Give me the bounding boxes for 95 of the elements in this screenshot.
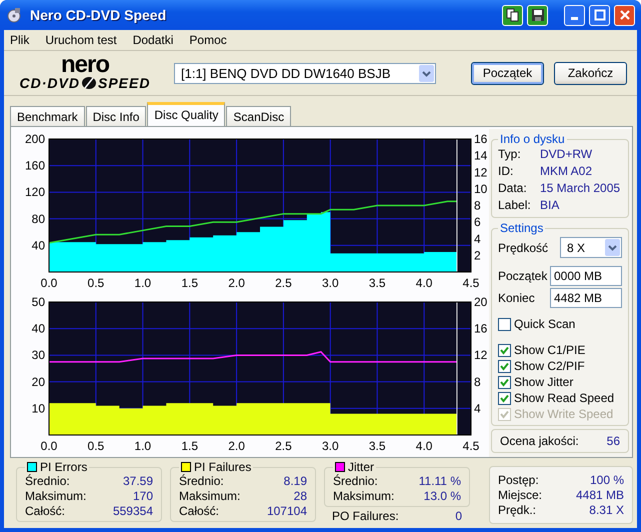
axis-label: 20: [474, 295, 488, 309]
group-title: PI Failures: [194, 460, 252, 474]
stat-value: 13.0 %: [424, 489, 461, 504]
axis-label: 1.5: [181, 276, 198, 290]
axis-label: 4.0: [416, 276, 432, 290]
stat-label: Maksimum:: [333, 489, 394, 504]
stat-label: Całość:: [25, 504, 66, 519]
logo-text: SPEED: [98, 75, 150, 91]
field-label: Prędkość: [498, 240, 548, 254]
axis-label: 2.0: [228, 439, 245, 453]
axis-label: 0.0: [40, 276, 58, 290]
progress-value: 100 %: [590, 472, 624, 488]
window-title: Nero CD-DVD Speed: [30, 7, 166, 23]
checkbox-label: Show Read Speed: [514, 391, 614, 405]
axis-label: 1.0: [134, 439, 152, 453]
logo-text: CD·DVD: [20, 75, 80, 91]
progress-label: Postęp:: [498, 472, 539, 488]
info-value: MKM A02: [540, 163, 592, 180]
axis-label: 30: [32, 348, 45, 362]
axis-label: 3.5: [368, 439, 386, 453]
info-value: DVD+RW: [540, 146, 592, 163]
axis-label: 8: [474, 374, 481, 389]
field-label: Koniec: [498, 291, 535, 305]
stat-label: Średnio:: [333, 474, 378, 489]
stat-label: Średnio:: [25, 474, 70, 489]
axis-label: 8: [474, 198, 481, 212]
axis-label: 160: [24, 158, 45, 173]
progress-value: 8.31 X: [589, 502, 624, 518]
checkbox-label: Show Write Speed: [514, 407, 614, 421]
axis-label: 16: [474, 322, 488, 336]
stat-value: 8.19: [284, 474, 307, 489]
axis-label: 14: [474, 148, 488, 163]
axis-label: 3.5: [368, 276, 386, 290]
axis-label: 2: [474, 248, 481, 262]
stat-label: Maksimum:: [25, 489, 86, 504]
axis-label: 40: [32, 238, 45, 252]
info-value: BIA: [540, 197, 560, 214]
info-label: Label:: [498, 197, 532, 214]
checkbox-label: Show C2/PIF: [514, 359, 585, 373]
axis-label: 10: [32, 401, 45, 416]
axis-label: 3.0: [322, 276, 339, 290]
progress-value: 4481 MB: [576, 488, 624, 502]
info-label: Typ:: [498, 146, 522, 163]
stat-label: Średnio:: [179, 474, 224, 489]
checkbox-label: Show Jitter: [514, 375, 574, 389]
info-label: ID:: [498, 163, 514, 180]
group-title: Settings: [499, 221, 544, 235]
axis-label: 40: [32, 322, 45, 336]
quality-label: Ocena jakości:: [500, 434, 579, 448]
axis-label: 200: [24, 132, 45, 146]
checkbox-label: Show C1/PIE: [514, 343, 586, 357]
field-label: Początek: [498, 269, 548, 283]
stat-value: 37.59: [122, 474, 153, 489]
axis-label: 80: [32, 212, 45, 226]
checkbox-label: Quick Scan: [514, 317, 576, 331]
stat-value: 11.11 %: [418, 474, 461, 489]
axis-label: 1.5: [181, 439, 198, 453]
axis-label: 4: [474, 232, 481, 246]
axis-label: 1.0: [134, 276, 152, 290]
progress-label: Miejsce:: [498, 488, 542, 502]
progress-label: Prędk.:: [498, 502, 536, 518]
stat-value: 0: [455, 509, 462, 524]
axis-label: 20: [32, 374, 45, 389]
stat-label: Maksimum:: [179, 489, 240, 504]
logo-text: nero: [60, 55, 109, 75]
axis-label: 6: [474, 215, 481, 230]
group-title: Info o dysku: [499, 132, 566, 146]
axis-label: 3.0: [322, 439, 339, 453]
axis-label: 0.5: [88, 439, 104, 453]
axis-label: 4.5: [462, 439, 480, 453]
axis-label: 2.5: [275, 439, 292, 453]
axis-label: 12: [474, 348, 488, 362]
axis-label: 2.5: [275, 276, 292, 290]
axis-label: 4.0: [416, 439, 432, 453]
axis-label: 0.0: [40, 439, 58, 453]
stat-value: 107104: [266, 504, 307, 519]
axis-label: 10: [474, 182, 488, 196]
axis-label: 16: [474, 132, 488, 146]
group-title: PI Errors: [40, 460, 88, 474]
info-label: Data:: [498, 180, 528, 197]
group-title: Jitter: [348, 460, 374, 474]
axis-label: 50: [32, 295, 45, 309]
axis-label: 12: [474, 165, 488, 180]
quality-value: 56: [606, 434, 620, 448]
axis-label: 4: [474, 401, 481, 416]
axis-label: 4.5: [462, 276, 480, 290]
stat-value: 28: [294, 489, 307, 504]
axis-label: 0.5: [88, 276, 104, 290]
stat-label: PO Failures:: [332, 509, 399, 524]
stat-value: 559354: [112, 504, 153, 519]
stat-value: 170: [132, 489, 153, 504]
stat-label: Całość:: [179, 504, 220, 519]
axis-label: 120: [24, 185, 45, 200]
info-value: 15 March 2005: [540, 180, 620, 197]
axis-label: 2.0: [228, 276, 245, 290]
